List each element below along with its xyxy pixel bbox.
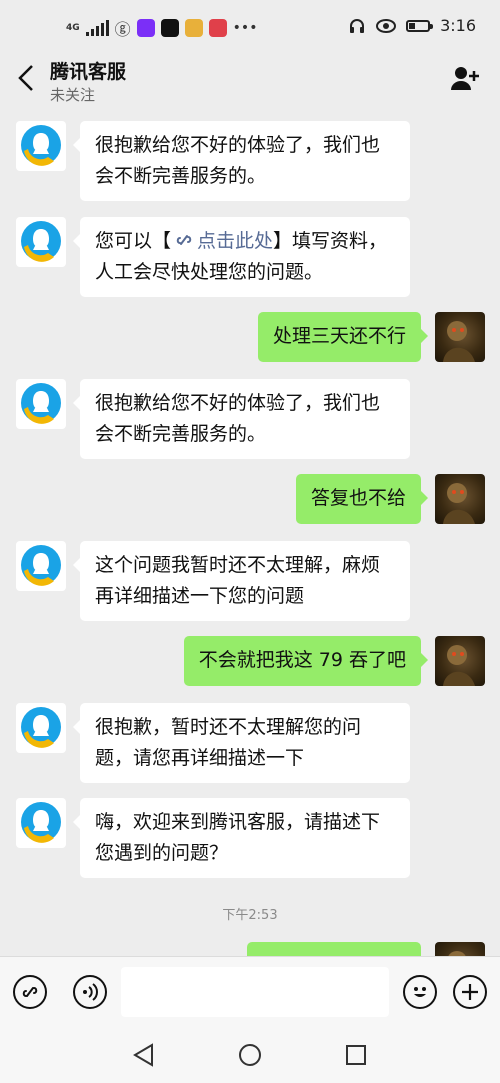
service-avatar[interactable] bbox=[16, 121, 66, 171]
qq-service-icon bbox=[21, 707, 61, 748]
qq-service-icon bbox=[21, 802, 61, 843]
add-contact-icon bbox=[451, 67, 479, 90]
message-user: 处理三天还不行 bbox=[257, 312, 485, 362]
more-notifications-icon: ••• bbox=[232, 20, 258, 36]
message-service: 这个问题我暂时还不太理解，麻烦再详细描述一下您的问题 bbox=[16, 541, 410, 621]
profile-button[interactable] bbox=[450, 64, 480, 94]
user-avatar[interactable] bbox=[435, 942, 485, 956]
input-bar bbox=[0, 956, 500, 1029]
back-button[interactable] bbox=[12, 60, 42, 96]
user-avatar-image bbox=[443, 645, 475, 686]
qq-service-icon bbox=[21, 545, 61, 586]
miniprogram-link[interactable]: 点击此处 bbox=[171, 230, 273, 252]
chevron-left-icon bbox=[18, 65, 33, 91]
message-service: 很抱歉给您不好的体验了，我们也会不断完善服务的。 bbox=[16, 379, 410, 459]
more-button[interactable] bbox=[453, 975, 487, 1009]
message-input[interactable] bbox=[121, 967, 389, 1017]
notification-icon: ⓖ bbox=[114, 20, 131, 39]
link-text[interactable]: 点击此处 bbox=[197, 230, 273, 252]
chat-title: 腾讯客服 bbox=[50, 61, 127, 83]
miniprogram-button[interactable] bbox=[13, 975, 47, 1009]
message-bubble: 这个问题我暂时还不太理解，麻烦再详细描述一下您的问题 bbox=[73, 541, 410, 621]
chat-messages: 很抱歉给您不好的体验了，我们也会不断完善服务的。 您可以【 点击此处】填写资料，人… bbox=[0, 114, 500, 956]
qq-service-icon bbox=[21, 125, 61, 166]
message-bubble: 不会就把我这 79 吞了吧 bbox=[183, 636, 429, 686]
service-avatar[interactable] bbox=[16, 703, 66, 753]
message-text: 您可以【 bbox=[95, 230, 172, 252]
battery-icon bbox=[406, 19, 434, 32]
message-bubble: 很抱歉给您不好的体验了，我们也会不断完善服务的。 bbox=[73, 379, 410, 459]
game-app-icon bbox=[184, 19, 203, 37]
status-icons-left: 4G ⓖ ••• bbox=[66, 16, 257, 40]
system-nav-bar bbox=[0, 1028, 500, 1083]
chat-header: 腾讯客服 未关注 bbox=[0, 44, 500, 114]
qq-service-icon bbox=[21, 221, 61, 262]
emoji-icon bbox=[414, 987, 426, 997]
nav-home-button[interactable] bbox=[237, 1042, 263, 1068]
link-icon bbox=[22, 987, 38, 997]
user-avatar-image bbox=[443, 321, 475, 362]
user-avatar[interactable] bbox=[435, 636, 485, 686]
message-user-partial bbox=[247, 942, 485, 956]
nav-recents-button[interactable] bbox=[343, 1042, 369, 1068]
user-avatar[interactable] bbox=[435, 312, 485, 362]
clock: 3:16 bbox=[440, 16, 476, 35]
service-avatar[interactable] bbox=[16, 217, 66, 267]
status-bar: 4G ⓖ ••• 3:16 bbox=[0, 0, 500, 44]
service-avatar[interactable] bbox=[16, 541, 66, 591]
message-service: 嗨，欢迎来到腾讯客服，请描述下您遇到的问题？ bbox=[16, 798, 410, 878]
network-type-label: 4G bbox=[66, 23, 80, 33]
message-bubble: 答复也不给 bbox=[295, 474, 429, 524]
service-avatar[interactable] bbox=[16, 379, 66, 429]
message-bubble: 您可以【 点击此处】填写资料，人工会尽快处理您的问题。 bbox=[73, 217, 410, 297]
message-bubble: 很抱歉，暂时还不太理解您的问题，请您再详细描述一下 bbox=[73, 703, 410, 783]
link-icon bbox=[176, 235, 192, 245]
eye-icon bbox=[376, 18, 397, 33]
user-avatar[interactable] bbox=[435, 474, 485, 524]
message-user: 不会就把我这 79 吞了吧 bbox=[183, 636, 485, 686]
voice-button[interactable] bbox=[73, 975, 107, 1009]
message-service: 很抱歉给您不好的体验了，我们也会不断完善服务的。 bbox=[16, 121, 410, 201]
app-notification-icon bbox=[136, 19, 155, 37]
message-user: 答复也不给 bbox=[295, 474, 485, 524]
status-icons-right: 3:16 bbox=[348, 16, 476, 35]
square-recents-icon bbox=[346, 1045, 366, 1065]
user-avatar-image bbox=[448, 951, 466, 956]
message-bubble: 很抱歉给您不好的体验了，我们也会不断完善服务的。 bbox=[73, 121, 410, 201]
follow-status: 未关注 bbox=[50, 86, 96, 104]
message-service: 您可以【 点击此处】填写资料，人工会尽快处理您的问题。 bbox=[16, 217, 410, 297]
message-timestamp: 下午2:53 bbox=[222, 908, 278, 923]
triangle-back-icon bbox=[133, 1043, 153, 1067]
shopping-app-icon bbox=[208, 19, 227, 37]
service-avatar[interactable] bbox=[16, 798, 66, 848]
message-bubble bbox=[247, 942, 421, 956]
emoji-button[interactable] bbox=[403, 975, 437, 1009]
headset-icon bbox=[350, 18, 365, 33]
voice-icon bbox=[83, 983, 98, 1001]
tiktok-icon bbox=[160, 19, 179, 37]
user-avatar-image bbox=[443, 483, 475, 524]
message-bubble: 嗨，欢迎来到腾讯客服，请描述下您遇到的问题？ bbox=[73, 798, 410, 878]
nav-back-button[interactable] bbox=[131, 1042, 157, 1068]
signal-icon bbox=[85, 20, 109, 36]
circle-home-icon bbox=[239, 1044, 261, 1066]
message-bubble: 处理三天还不行 bbox=[257, 312, 429, 362]
plus-icon bbox=[462, 984, 478, 1000]
message-service: 很抱歉，暂时还不太理解您的问题，请您再详细描述一下 bbox=[16, 703, 410, 783]
qq-service-icon bbox=[21, 383, 61, 424]
